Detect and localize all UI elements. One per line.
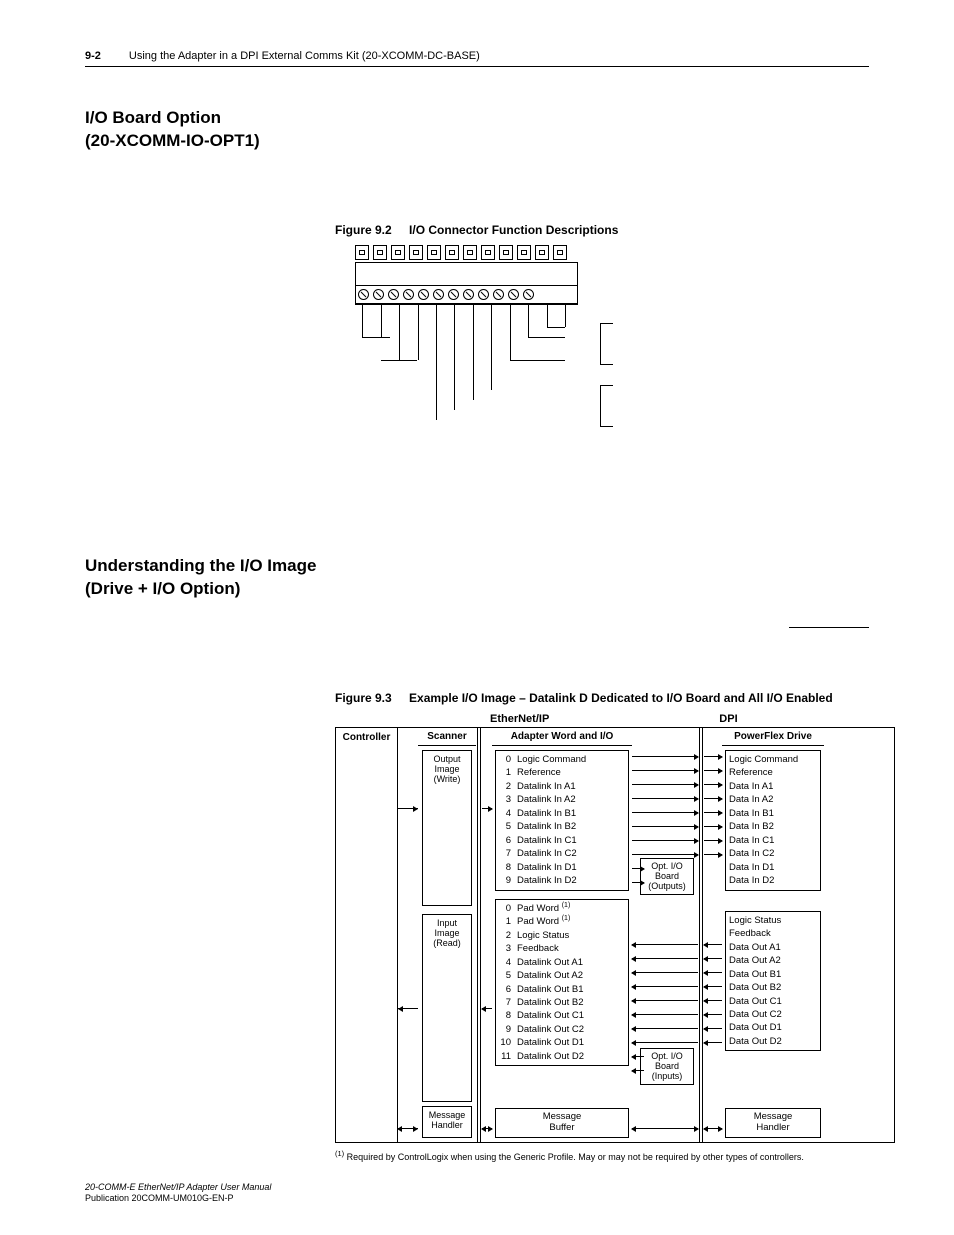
list-item: Data Out A2 xyxy=(729,954,817,967)
list-item: Data In A1 xyxy=(729,780,817,793)
section-title-line1: I/O Board Option xyxy=(85,107,869,130)
adapter-output-words: 0Logic Command1Reference2Datalink In A13… xyxy=(495,750,629,891)
list-item: 7Datalink In C2 xyxy=(499,847,625,860)
column-drive: PowerFlex Drive Logic CommandReferenceDa… xyxy=(722,728,824,1142)
footer-manual-title: 20-COMM-E EtherNet/IP Adapter User Manua… xyxy=(85,1182,271,1194)
gap-scanner-adapter xyxy=(482,728,492,1142)
section2-title-line2: (Drive + I/O Option) xyxy=(85,578,869,601)
list-item: 2Datalink In A1 xyxy=(499,780,625,793)
list-item: 1Reference xyxy=(499,766,625,779)
list-item: 6Datalink Out B1 xyxy=(499,983,625,996)
list-item: 8Datalink Out C1 xyxy=(499,1009,625,1022)
scanner-message-handler: Message Handler xyxy=(422,1106,472,1138)
section-io-board-option: I/O Board Option (20-XCOMM-IO-OPT1) xyxy=(85,107,869,153)
section-title-line2: (20-XCOMM-IO-OPT1) xyxy=(85,130,869,153)
list-item: 10Datalink Out D1 xyxy=(499,1036,625,1049)
drive-message-handler: Message Handler xyxy=(725,1108,821,1138)
list-item: Data In B1 xyxy=(729,807,817,820)
list-item: 3Datalink In A2 xyxy=(499,793,625,806)
list-item: 8Datalink In D1 xyxy=(499,861,625,874)
list-item: Data Out B2 xyxy=(729,981,817,994)
gap-dpi-drive xyxy=(704,728,722,1142)
scanner-output-image: Output Image (Write) xyxy=(422,750,472,906)
column-adapter: Adapter Word and I/O 0Logic Command1Refe… xyxy=(492,728,632,1142)
footer-publication: Publication 20COMM-UM010G-EN-P xyxy=(85,1193,271,1205)
list-item: Data Out D2 xyxy=(729,1035,817,1048)
footnote-1: (1) Required by ControlLogix when using … xyxy=(335,1149,869,1162)
drive-header: PowerFlex Drive xyxy=(722,728,824,746)
section-understanding-io-image: Understanding the I/O Image (Drive + I/O… xyxy=(85,555,869,601)
list-item: Reference xyxy=(729,766,817,779)
figure-9-3-label: Figure 9.3 xyxy=(335,691,392,705)
list-item: Logic Command xyxy=(729,753,817,766)
list-item: 5Datalink In B2 xyxy=(499,820,625,833)
column-controller: Controller xyxy=(336,728,398,1142)
label-dpi: DPI xyxy=(719,713,737,725)
list-item: 9Datalink Out C2 xyxy=(499,1023,625,1036)
figure-9-3-text: Example I/O Image – Datalink D Dedicated… xyxy=(409,691,833,705)
opt-io-outputs: Opt. I/O Board (Outputs) xyxy=(640,858,694,895)
list-item: Data Out A1 xyxy=(729,941,817,954)
gap-adapter-drive: Opt. I/O Board (Outputs) Opt. I/O Board xyxy=(632,728,698,1142)
page-number: 9-2 xyxy=(85,50,101,62)
list-item: 11Datalink Out D2 xyxy=(499,1050,625,1063)
list-item: Data In D2 xyxy=(729,874,817,887)
figure-9-2-label: Figure 9.2 xyxy=(335,223,392,237)
list-item: Logic Status xyxy=(729,914,817,927)
chapter-title: Using the Adapter in a DPI External Comm… xyxy=(129,50,480,62)
label-ethernet-ip: EtherNet/IP xyxy=(490,713,549,725)
controller-header: Controller xyxy=(336,732,397,743)
list-item: Feedback xyxy=(729,927,817,940)
list-item: Data Out C1 xyxy=(729,995,817,1008)
list-item: Data Out D1 xyxy=(729,1021,817,1034)
list-item: Data In A2 xyxy=(729,793,817,806)
gap-controller-scanner xyxy=(398,728,418,1142)
figure-9-3-diagram: EtherNet/IP DPI Controller Scanner Outpu… xyxy=(335,713,895,1143)
list-item: 5Datalink Out A2 xyxy=(499,969,625,982)
list-item: 6Datalink In C1 xyxy=(499,834,625,847)
list-item: 3Feedback xyxy=(499,942,625,955)
list-item: 2Logic Status xyxy=(499,929,625,942)
list-item: 4Datalink In B1 xyxy=(499,807,625,820)
list-item: 1Pad Word (1) xyxy=(499,915,625,928)
list-item: Data In B2 xyxy=(729,820,817,833)
list-item: Data Out B1 xyxy=(729,968,817,981)
footnote-marker: (1) xyxy=(335,1149,344,1158)
figure-9-2-connector-diagram xyxy=(355,245,869,455)
opt-io-inputs: Opt. I/O Board (Inputs) xyxy=(640,1048,694,1085)
adapter-header: Adapter Word and I/O xyxy=(492,728,632,746)
figure-9-2-caption: Figure 9.2 I/O Connector Function Descri… xyxy=(335,223,869,237)
adapter-input-words: 0Pad Word (1)1Pad Word (1)2Logic Status3… xyxy=(495,899,629,1067)
scanner-input-image: Input Image (Read) xyxy=(422,914,472,1102)
list-item: 9Datalink In D2 xyxy=(499,874,625,887)
figure-9-2-text: I/O Connector Function Descriptions xyxy=(409,223,618,237)
list-item: Data In C1 xyxy=(729,834,817,847)
column-scanner: Scanner Output Image (Write) Input Image… xyxy=(418,728,476,1142)
list-item: 7Datalink Out B2 xyxy=(499,996,625,1009)
list-item: Data Out C2 xyxy=(729,1008,817,1021)
list-item: 0Logic Command xyxy=(499,753,625,766)
list-item: Data In D1 xyxy=(729,861,817,874)
drive-output-words: Logic CommandReferenceData In A1Data In … xyxy=(725,750,821,891)
adapter-message-buffer: Message Buffer xyxy=(495,1108,629,1138)
list-item: 0Pad Word (1) xyxy=(499,902,625,915)
figure-9-3-caption: Figure 9.3 Example I/O Image – Datalink … xyxy=(335,691,869,705)
list-item: 4Datalink Out A1 xyxy=(499,956,625,969)
footnote-text: Required by ControlLogix when using the … xyxy=(344,1152,804,1162)
running-header: 9-2 Using the Adapter in a DPI External … xyxy=(85,50,869,67)
drive-input-words: Logic StatusFeedbackData Out A1Data Out … xyxy=(725,911,821,1052)
section2-title-line1: Understanding the I/O Image xyxy=(85,555,869,578)
page-footer: 20-COMM-E EtherNet/IP Adapter User Manua… xyxy=(85,1182,271,1205)
list-item: Data In C2 xyxy=(729,847,817,860)
scanner-header: Scanner xyxy=(418,728,476,746)
